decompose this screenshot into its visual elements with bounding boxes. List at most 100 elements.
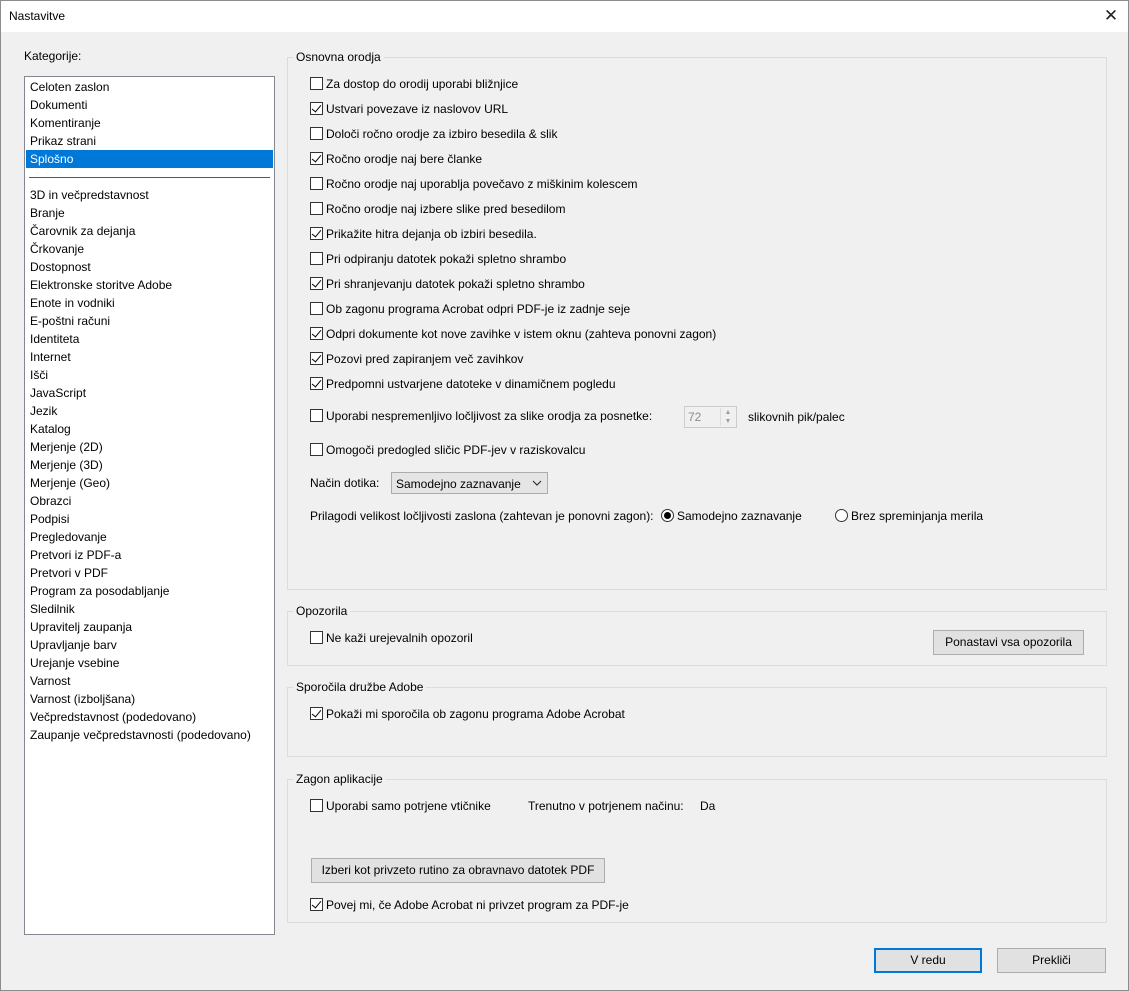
checkbox-label: Ročno orodje naj uporablja povečavo z mi… xyxy=(326,177,638,191)
reset-warnings-button[interactable]: Ponastavi vsa opozorila xyxy=(933,630,1084,655)
checkbox-box[interactable] xyxy=(310,127,323,140)
category-item[interactable]: Upravitelj zaupanja xyxy=(26,618,273,636)
category-item[interactable]: Pregledovanje xyxy=(26,528,273,546)
checkbox-box[interactable] xyxy=(310,327,323,340)
scaling-none-label: Brez spreminjanja merila xyxy=(851,509,984,523)
checkbox-box[interactable] xyxy=(310,352,323,365)
cancel-button[interactable]: Prekliči xyxy=(997,948,1106,973)
category-item[interactable]: Program za posodabljanje xyxy=(26,582,273,600)
checkbox-box[interactable] xyxy=(310,443,323,456)
category-item[interactable]: Merjenje (2D) xyxy=(26,438,273,456)
category-item[interactable]: Identiteta xyxy=(26,330,273,348)
category-separator xyxy=(29,177,270,178)
title-bar: Nastavitve ✕ xyxy=(1,1,1128,32)
category-item[interactable]: Celoten zaslon xyxy=(26,78,273,96)
checkbox-box[interactable] xyxy=(310,252,323,265)
checkbox-label: Pri odpiranju datotek pokaži spletno shr… xyxy=(326,252,567,266)
window-title: Nastavitve xyxy=(9,9,66,23)
category-item[interactable]: Prikaz strani xyxy=(26,132,273,150)
checkbox-box[interactable] xyxy=(310,631,323,644)
adobe-messages-label: Sporočila družbe Adobe xyxy=(293,680,427,694)
default-handler-button[interactable]: Izberi kot privzeto rutino za obravnavo … xyxy=(311,858,605,883)
checkbox-box[interactable] xyxy=(310,707,323,720)
checkbox-label: Prikažite hitra dejanja ob izbiri besedi… xyxy=(326,227,537,241)
warnings-label: Opozorila xyxy=(293,604,351,618)
category-item[interactable]: Merjenje (Geo) xyxy=(26,474,273,492)
category-item[interactable]: Dostopnost xyxy=(26,258,273,276)
checkbox-box[interactable] xyxy=(310,898,323,911)
category-item[interactable]: Črkovanje xyxy=(26,240,273,258)
spin-down-icon[interactable]: ▼ xyxy=(720,417,735,426)
category-item[interactable]: Zaupanje večpredstavnosti (podedovano) xyxy=(26,726,273,744)
category-item[interactable]: Čarovnik za dejanja xyxy=(26,222,273,240)
checkbox-label: Ročno orodje naj izbere slike pred besed… xyxy=(326,202,566,216)
scaling-auto-label: Samodejno zaznavanje xyxy=(677,509,802,523)
categories-heading: Kategorije: xyxy=(24,49,82,63)
category-item[interactable]: Branje xyxy=(26,204,273,222)
category-item[interactable]: Podpisi xyxy=(26,510,273,528)
checkbox-box[interactable] xyxy=(310,377,323,390)
touch-mode-value: Samodejno zaznavanje xyxy=(396,477,521,491)
category-item[interactable]: Komentiranje xyxy=(26,114,273,132)
close-icon[interactable]: ✕ xyxy=(1094,1,1128,31)
category-item[interactable]: Elektronske storitve Adobe xyxy=(26,276,273,294)
categories-list[interactable]: Celoten zaslon Dokumenti Komentiranje Prika… xyxy=(24,76,275,935)
adobe-messages-group xyxy=(287,687,1107,757)
preferences-dialog: Nastavitve ✕ Kategorije: Celoten zaslon D… xyxy=(0,0,1129,991)
checkbox-box[interactable] xyxy=(310,102,323,115)
checkbox-label: Uporabi nespremenljivo ločljivost za sli… xyxy=(326,409,653,423)
touch-mode-dropdown[interactable]: Samodejno zaznavanje xyxy=(391,472,548,494)
category-item[interactable]: JavaScript xyxy=(26,384,273,402)
checkbox-box[interactable] xyxy=(310,799,323,812)
category-item[interactable]: Večpredstavnost (podedovano) xyxy=(26,708,273,726)
category-item[interactable]: Splošno xyxy=(26,150,273,168)
scaling-label: Prilagodi velikost ločljivosti zaslona (… xyxy=(310,509,654,523)
checkbox-box[interactable] xyxy=(310,152,323,165)
category-item[interactable]: Upravljanje barv xyxy=(26,636,273,654)
checkbox-label: Ne kaži urejevalnih opozoril xyxy=(326,631,473,645)
category-item[interactable]: Dokumenti xyxy=(26,96,273,114)
resolution-value: 72 xyxy=(688,410,702,424)
category-item[interactable]: Merjenje (3D) xyxy=(26,456,273,474)
checkbox-box[interactable] xyxy=(310,77,323,90)
checkbox-box[interactable] xyxy=(310,227,323,240)
category-item[interactable]: 3D in večpredstavnost xyxy=(26,186,273,204)
chevron-down-icon[interactable] xyxy=(527,473,547,493)
checkbox-label: Pokaži mi sporočila ob zagonu programa A… xyxy=(326,707,625,721)
certified-mode-label: Trenutno v potrjenem načinu: xyxy=(528,799,684,813)
certified-mode-value: Da xyxy=(700,799,716,813)
category-item[interactable]: Varnost xyxy=(26,672,273,690)
category-item[interactable]: Internet xyxy=(26,348,273,366)
checkbox-label: Ustvari povezave iz naslovov URL xyxy=(326,102,509,116)
scaling-auto-radio[interactable] xyxy=(661,509,674,522)
checkbox-label: Uporabi samo potrjene vtičnike xyxy=(326,799,491,813)
ok-button[interactable]: V redu xyxy=(874,948,982,973)
category-item[interactable]: Varnost (izboljšana) xyxy=(26,690,273,708)
checkbox-label: Pozovi pred zapiranjem več zavihkov xyxy=(326,352,524,366)
category-item[interactable]: Pretvori iz PDF-a xyxy=(26,546,273,564)
category-item[interactable]: Katalog xyxy=(26,420,273,438)
category-item[interactable]: Enote in vodniki xyxy=(26,294,273,312)
basic-tools-label: Osnovna orodja xyxy=(293,50,384,64)
touch-mode-label: Način dotika: xyxy=(310,476,380,490)
category-item[interactable]: Pretvori v PDF xyxy=(26,564,273,582)
checkbox-box[interactable] xyxy=(310,302,323,315)
category-item[interactable]: Jezik xyxy=(26,402,273,420)
app-startup-label: Zagon aplikacije xyxy=(293,772,386,786)
checkbox-box[interactable] xyxy=(310,277,323,290)
checkbox-box[interactable] xyxy=(310,202,323,215)
spin-up-icon[interactable]: ▲ xyxy=(720,408,735,417)
scaling-none-radio[interactable] xyxy=(835,509,848,522)
checkbox-label: Ob zagonu programa Acrobat odpri PDF-je … xyxy=(326,302,631,316)
category-item[interactable]: Išči xyxy=(26,366,273,384)
category-item[interactable]: E-poštni računi xyxy=(26,312,273,330)
resolution-spinner[interactable]: 72 ▲ ▼ xyxy=(684,406,737,428)
checkbox-label: Odpri dokumente kot nove zavihke v istem… xyxy=(326,327,717,341)
checkbox-label: Povej mi, če Adobe Acrobat ni privzet pr… xyxy=(326,898,629,912)
checkbox-box[interactable] xyxy=(310,177,323,190)
checkbox-label: Omogoči predogled sličic PDF-jev v razis… xyxy=(326,443,586,457)
category-item[interactable]: Sledilnik xyxy=(26,600,273,618)
category-item[interactable]: Obrazci xyxy=(26,492,273,510)
checkbox-box[interactable] xyxy=(310,409,323,422)
category-item[interactable]: Urejanje vsebine xyxy=(26,654,273,672)
